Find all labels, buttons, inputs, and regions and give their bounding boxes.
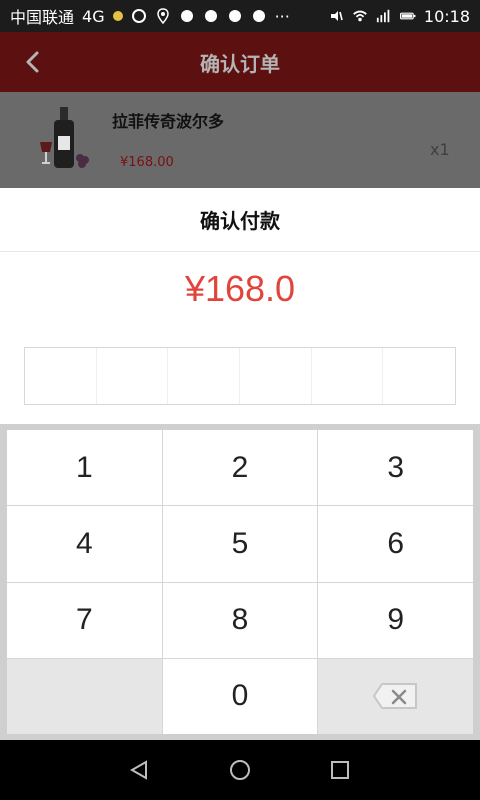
pin-cell[interactable]	[383, 348, 455, 404]
qq-icon	[251, 8, 267, 24]
qq-icon	[227, 8, 243, 24]
key-2[interactable]: 2	[162, 430, 318, 506]
qq-icon	[203, 8, 219, 24]
mute-icon	[328, 8, 344, 24]
pin-cell[interactable]	[97, 348, 169, 404]
location-icon	[155, 8, 171, 24]
pin-cell[interactable]	[25, 348, 97, 404]
page-title: 确认订单	[200, 51, 280, 76]
recent-apps-icon	[331, 761, 349, 779]
key-blank	[7, 658, 162, 734]
chat-icon	[131, 8, 147, 24]
status-right: 10:18	[328, 7, 470, 26]
pin-cell[interactable]	[240, 348, 312, 404]
order-item-qty: x1	[430, 140, 450, 159]
qq-icon	[179, 8, 195, 24]
key-0[interactable]: 0	[162, 658, 318, 734]
key-3[interactable]: 3	[318, 430, 473, 506]
key-9[interactable]: 9	[318, 582, 473, 658]
battery-icon	[399, 8, 416, 24]
key-4[interactable]: 4	[7, 506, 162, 582]
dot-icon	[112, 11, 123, 21]
wifi-icon	[352, 8, 368, 24]
pin-cell[interactable]	[312, 348, 384, 404]
backspace-icon	[372, 683, 417, 710]
key-1[interactable]: 1	[7, 430, 162, 506]
back-nav-button[interactable]	[126, 756, 154, 784]
key-8[interactable]: 8	[162, 582, 318, 658]
recent-apps-button[interactable]	[326, 756, 354, 784]
home-nav-button[interactable]	[226, 756, 254, 784]
chevron-left-icon	[26, 51, 39, 73]
app-header: 确认订单	[0, 32, 480, 92]
status-left: 中国联通 4G ···	[10, 4, 328, 28]
order-item	[0, 92, 480, 188]
key-6[interactable]: 6	[318, 506, 473, 582]
payment-title: 确认付款	[0, 188, 480, 252]
pin-cell[interactable]	[168, 348, 240, 404]
status-bar: 中国联通 4G ··· 10:18	[0, 0, 480, 32]
keypad-container: 1 2 3 4 5 6 7 8 9 0	[0, 424, 480, 740]
numeric-keypad: 1 2 3 4 5 6 7 8 9 0	[7, 430, 473, 734]
back-button[interactable]	[20, 48, 48, 76]
status-time: 10:18	[423, 6, 470, 26]
payment-sheet: 确认付款 ¥168.0	[0, 188, 480, 424]
more-icon: ···	[274, 6, 290, 26]
back-nav-icon	[129, 760, 147, 780]
payment-amount: ¥168.0	[184, 268, 296, 309]
order-item-name: 拉菲传奇波尔多	[112, 112, 225, 131]
order-item-price: ¥168.00	[120, 155, 174, 170]
system-nav-bar	[0, 740, 480, 800]
network-label: 4G	[82, 6, 105, 26]
key-5[interactable]: 5	[162, 506, 318, 582]
key-7[interactable]: 7	[7, 582, 162, 658]
pin-input[interactable]	[24, 347, 456, 405]
signal-icon	[376, 8, 392, 24]
carrier-label: 中国联通	[10, 8, 75, 27]
delete-button[interactable]	[318, 658, 473, 734]
home-nav-icon	[230, 760, 250, 780]
wine-bottle-icon	[34, 102, 94, 172]
